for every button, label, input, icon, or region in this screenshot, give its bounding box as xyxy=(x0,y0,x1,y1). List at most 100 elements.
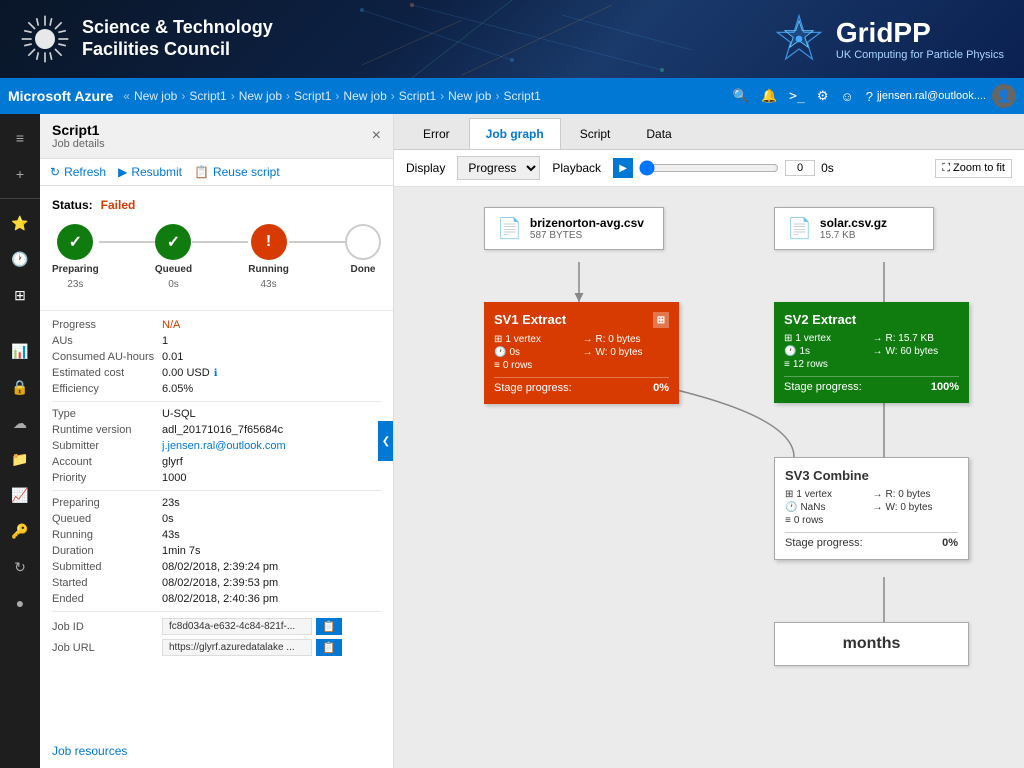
started-label: Started xyxy=(52,577,162,589)
terminal-icon[interactable]: >_ xyxy=(789,89,805,104)
sv1-vertices: 1 vertex xyxy=(505,334,541,345)
time-input[interactable] xyxy=(785,160,815,176)
help-icon[interactable]: ? xyxy=(866,89,873,104)
joburl-field: https://glyrf.azuredatalake ... 📋 xyxy=(162,639,342,656)
status-label: Status: xyxy=(52,198,93,212)
sv3-vertices: 1 vertex xyxy=(796,489,832,500)
search-icon[interactable]: 🔍 xyxy=(733,88,749,104)
step-running-circle: ! xyxy=(251,224,287,260)
tab-script[interactable]: Script xyxy=(563,118,628,149)
graph-canvas: 📄 brizenorton-avg.csv 587 BYTES 📄 solar.… xyxy=(394,187,1024,768)
left-sidebar: ≡ + ⭐ 🕐 ⊞ 📊 🔒 ☁ 📁 📈 🔑 ↻ ● xyxy=(0,114,40,768)
user-area[interactable]: jjensen.ral@outlook.... 👤 xyxy=(877,84,1016,108)
sidebar-favorites-icon[interactable]: ⭐ xyxy=(4,207,36,239)
step-done-circle xyxy=(345,224,381,260)
smiley-icon[interactable]: ☺ xyxy=(840,89,853,104)
panel-collapse-button[interactable]: ❮ xyxy=(378,421,394,461)
job-resources-section: Job resources xyxy=(40,734,393,768)
refresh-button[interactable]: ↻ Refresh xyxy=(50,165,106,179)
sv1-expand-icon[interactable]: ⊞ xyxy=(653,312,669,328)
sidebar-key-icon[interactable]: 🔑 xyxy=(4,515,36,547)
tab-data[interactable]: Data xyxy=(629,118,688,149)
jobid-label: Job ID xyxy=(52,621,162,633)
resubmit-button[interactable]: ▶ Resubmit xyxy=(118,165,182,179)
sv3-vertex-icon: ⊞ xyxy=(785,489,793,500)
sidebar-data-icon[interactable]: 📁 xyxy=(4,443,36,475)
joburl-copy-button[interactable]: 📋 xyxy=(316,639,342,656)
file1-size: 587 BYTES xyxy=(530,230,644,241)
file2-icon: 📄 xyxy=(787,216,812,241)
ended-label: Ended xyxy=(52,593,162,605)
panel-close-button[interactable]: × xyxy=(372,127,381,145)
tabs-bar: Error Job graph Script Data xyxy=(394,114,1024,150)
job-details-panel: Script1 Job details × ↻ Refresh ▶ Resubm… xyxy=(40,114,394,768)
sidebar-recent-icon[interactable]: 🕐 xyxy=(4,243,36,275)
sv1-progress: Stage progress: 0% xyxy=(494,377,669,394)
notification-icon[interactable]: 🔔 xyxy=(761,88,777,104)
time-unit: 0s xyxy=(821,161,834,175)
sv3-time: NaNs xyxy=(800,502,825,513)
sidebar-circle-icon[interactable]: ● xyxy=(4,587,36,619)
type-value: U-SQL xyxy=(162,408,196,420)
sv2-vertices: 1 vertex xyxy=(795,333,831,344)
consumed-label: Consumed AU-hours xyxy=(52,351,162,363)
step-queued-circle: ✓ xyxy=(155,224,191,260)
step-connector-3 xyxy=(289,241,345,243)
sv1-rows: 0 rows xyxy=(503,360,532,371)
sidebar-menu-icon[interactable]: ≡ xyxy=(4,122,36,154)
sidebar-browse-icon[interactable]: ⊞ xyxy=(4,279,36,311)
sidebar-add-icon[interactable]: + xyxy=(4,158,36,190)
file1-icon: 📄 xyxy=(497,216,522,241)
playback-slider[interactable] xyxy=(639,160,779,176)
priority-value: 1000 xyxy=(162,472,186,484)
azure-nav-bar: Microsoft Azure « New job › Script1 › Ne… xyxy=(0,78,1024,114)
play-button[interactable]: ▶ xyxy=(613,158,633,178)
joburl-value: https://glyrf.azuredatalake ... xyxy=(162,639,312,656)
file-node-1: 📄 brizenorton-avg.csv 587 BYTES xyxy=(484,207,664,250)
step-connector-1 xyxy=(99,241,155,243)
file-node-2: 📄 solar.csv.gz 15.7 KB xyxy=(774,207,934,250)
sv1-rows-icon: ≡ xyxy=(494,360,500,371)
stfc-header: Science & Technology Facilities Council … xyxy=(0,0,1024,78)
sv1-read: R: 0 bytes xyxy=(596,334,641,345)
submitted-label: Submitted xyxy=(52,561,162,573)
tab-job-graph[interactable]: Job graph xyxy=(469,118,561,149)
sidebar-security-icon[interactable]: 🔒 xyxy=(4,371,36,403)
sv3-read-icon: → xyxy=(873,489,883,500)
sv3-read: R: 0 bytes xyxy=(886,489,931,500)
display-select[interactable]: Progress Time Data xyxy=(457,156,540,180)
panel-toolbar: ↻ Refresh ▶ Resubmit 📋 Reuse script xyxy=(40,159,393,186)
submitter-label: Submitter xyxy=(52,440,162,452)
output-name: months xyxy=(843,635,901,652)
reuse-script-button[interactable]: 📋 Reuse script xyxy=(194,165,280,179)
progress-steps: ✓ Preparing 23s ✓ Queued 0s ! Running 43… xyxy=(52,224,381,290)
sv2-progress: Stage progress: 100% xyxy=(784,376,959,393)
user-avatar: 👤 xyxy=(992,84,1016,108)
cost-value: 0.00 USD xyxy=(162,367,210,379)
sv3-title: SV3 Combine xyxy=(785,468,958,483)
graph-area: 📄 brizenorton-avg.csv 587 BYTES 📄 solar.… xyxy=(394,187,1024,768)
job-resources-link[interactable]: Job resources xyxy=(52,744,127,758)
jobid-copy-button[interactable]: 📋 xyxy=(316,618,342,635)
reuse-icon: 📋 xyxy=(194,165,209,179)
step-queued: ✓ Queued 0s xyxy=(155,224,192,290)
stfc-title: Science & Technology Facilities Council xyxy=(82,17,273,60)
duration-value: 1min 7s xyxy=(162,545,201,557)
azure-brand: Microsoft Azure xyxy=(8,88,113,104)
sv3-time-icon: 🕐 xyxy=(785,502,797,513)
status-section: Status: Failed ✓ Preparing 23s ✓ Queued … xyxy=(40,186,393,311)
settings-icon[interactable]: ⚙ xyxy=(817,88,829,104)
panel-title: Script1 xyxy=(52,122,105,138)
sv1-vertex-icon: ⊞ xyxy=(494,334,502,345)
cost-info-icon[interactable]: ℹ xyxy=(214,368,218,379)
sidebar-monitor-icon[interactable]: 📊 xyxy=(4,335,36,367)
sidebar-refresh-icon[interactable]: ↻ xyxy=(4,551,36,583)
sv1-read-icon: → xyxy=(583,334,593,345)
sv1-write-icon: → xyxy=(583,347,593,358)
sidebar-analytics-icon[interactable]: 📈 xyxy=(4,479,36,511)
zoom-to-fit-button[interactable]: ⛶ Zoom to fit xyxy=(935,159,1012,178)
sidebar-cloud-icon[interactable]: ☁ xyxy=(4,407,36,439)
tab-error[interactable]: Error xyxy=(406,118,467,149)
progress-value: N/A xyxy=(162,319,180,331)
panel-subtitle: Job details xyxy=(52,138,105,150)
